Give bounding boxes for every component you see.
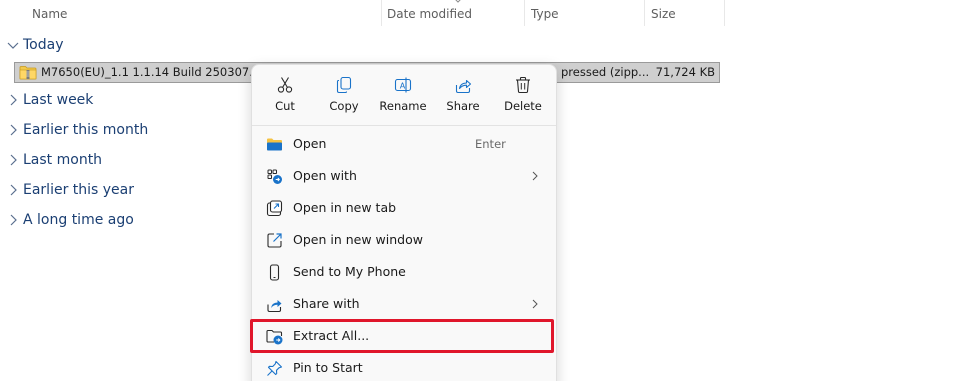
group-label: Earlier this month	[23, 122, 149, 138]
menu-item-open-with[interactable]: Open with	[256, 161, 552, 191]
menu-item-shortcut: Enter	[475, 137, 506, 151]
column-header-date-label: Date modified	[387, 7, 473, 21]
file-type: pressed (zipp...	[561, 65, 650, 79]
group-label: Last month	[23, 152, 103, 168]
group-last-week[interactable]: Last week	[6, 89, 93, 111]
chevron-right-icon	[10, 94, 17, 106]
menu-item-extract-all[interactable]: Extract All...	[256, 321, 552, 351]
column-header-size-label: Size	[651, 7, 676, 21]
delete-icon	[516, 76, 530, 94]
pin-icon	[267, 360, 283, 376]
group-label: Earlier this year	[23, 182, 135, 198]
group-earlier-this-month[interactable]: Earlier this month	[6, 119, 148, 141]
svg-text:A: A	[400, 81, 406, 90]
menu-item-label: Open with	[293, 168, 357, 183]
menu-item-label: Send to My Phone	[293, 264, 406, 279]
zip-folder-icon	[19, 66, 37, 80]
rename-label: Rename	[379, 99, 427, 113]
share-icon	[455, 79, 472, 94]
chevron-right-icon	[532, 171, 538, 181]
share-label: Share	[446, 99, 480, 113]
file-explorer-view: Name Date modified Type Size Today M7650…	[0, 0, 970, 381]
menu-item-label: Share with	[293, 296, 360, 311]
group-today[interactable]: Today	[6, 34, 64, 56]
group-a-long-time-ago[interactable]: A long time ago	[6, 209, 134, 231]
column-header-date-modified[interactable]: Date modified	[381, 0, 524, 26]
file-size: 71,724 KB	[655, 65, 715, 79]
column-divider[interactable]	[724, 0, 725, 26]
menu-item-label: Extract All...	[293, 328, 370, 343]
menu-item-open-new-tab[interactable]: Open in new tab	[256, 193, 552, 223]
new-tab-icon	[266, 200, 283, 217]
group-earlier-this-year[interactable]: Earlier this year	[6, 179, 134, 201]
column-header-name[interactable]: Name	[26, 0, 381, 26]
group-last-month[interactable]: Last month	[6, 149, 102, 171]
menu-item-share-with[interactable]: Share with	[256, 289, 552, 319]
menu-separator	[252, 125, 556, 126]
quick-actions-bar: Cut Copy A Rename Share Delete	[256, 69, 552, 125]
new-window-icon	[267, 233, 282, 248]
column-headers: Name Date modified Type Size	[0, 0, 970, 28]
cut-label: Cut	[275, 99, 295, 113]
chevron-right-icon	[532, 299, 538, 309]
chevron-right-icon	[10, 124, 17, 136]
context-menu: Cut Copy A Rename Share Delete Open Ente…	[251, 64, 557, 381]
share-with-icon	[267, 300, 282, 313]
share-button[interactable]: Share	[434, 69, 492, 123]
cut-button[interactable]: Cut	[256, 69, 314, 123]
phone-icon	[269, 264, 280, 281]
menu-item-pin-to-start[interactable]: Pin to Start	[256, 353, 552, 381]
folder-open-icon	[267, 138, 282, 151]
rename-icon: A	[394, 77, 412, 93]
open-with-icon	[267, 169, 282, 184]
copy-label: Copy	[329, 99, 359, 113]
chevron-right-icon	[10, 154, 17, 166]
chevron-down-icon	[7, 42, 19, 49]
column-header-name-label: Name	[32, 7, 68, 21]
column-header-type-label: Type	[531, 7, 559, 21]
extract-icon	[266, 329, 283, 345]
cut-icon	[277, 77, 293, 93]
delete-button[interactable]: Delete	[494, 69, 552, 123]
menu-item-label: Open in new tab	[293, 200, 397, 215]
menu-item-label: Open	[293, 136, 327, 151]
menu-item-open[interactable]: Open Enter	[256, 129, 552, 159]
file-name: M7650(EU)_1.1 1.1.14 Build 250307.zip	[41, 65, 270, 79]
rename-button[interactable]: A Rename	[374, 69, 432, 123]
menu-item-open-new-window[interactable]: Open in new window	[256, 225, 552, 255]
menu-item-send-to-phone[interactable]: Send to My Phone	[256, 257, 552, 287]
chevron-right-icon	[10, 214, 17, 226]
delete-label: Delete	[504, 99, 542, 113]
copy-button[interactable]: Copy	[315, 69, 373, 123]
group-label: Today	[23, 37, 64, 53]
group-label: Last week	[23, 92, 94, 108]
menu-item-label: Open in new window	[293, 232, 423, 247]
column-header-size[interactable]: Size	[645, 0, 724, 26]
menu-item-label: Pin to Start	[293, 360, 363, 375]
group-label: A long time ago	[23, 212, 134, 228]
column-header-type[interactable]: Type	[525, 0, 644, 26]
copy-icon	[336, 76, 352, 94]
chevron-right-icon	[10, 184, 17, 196]
